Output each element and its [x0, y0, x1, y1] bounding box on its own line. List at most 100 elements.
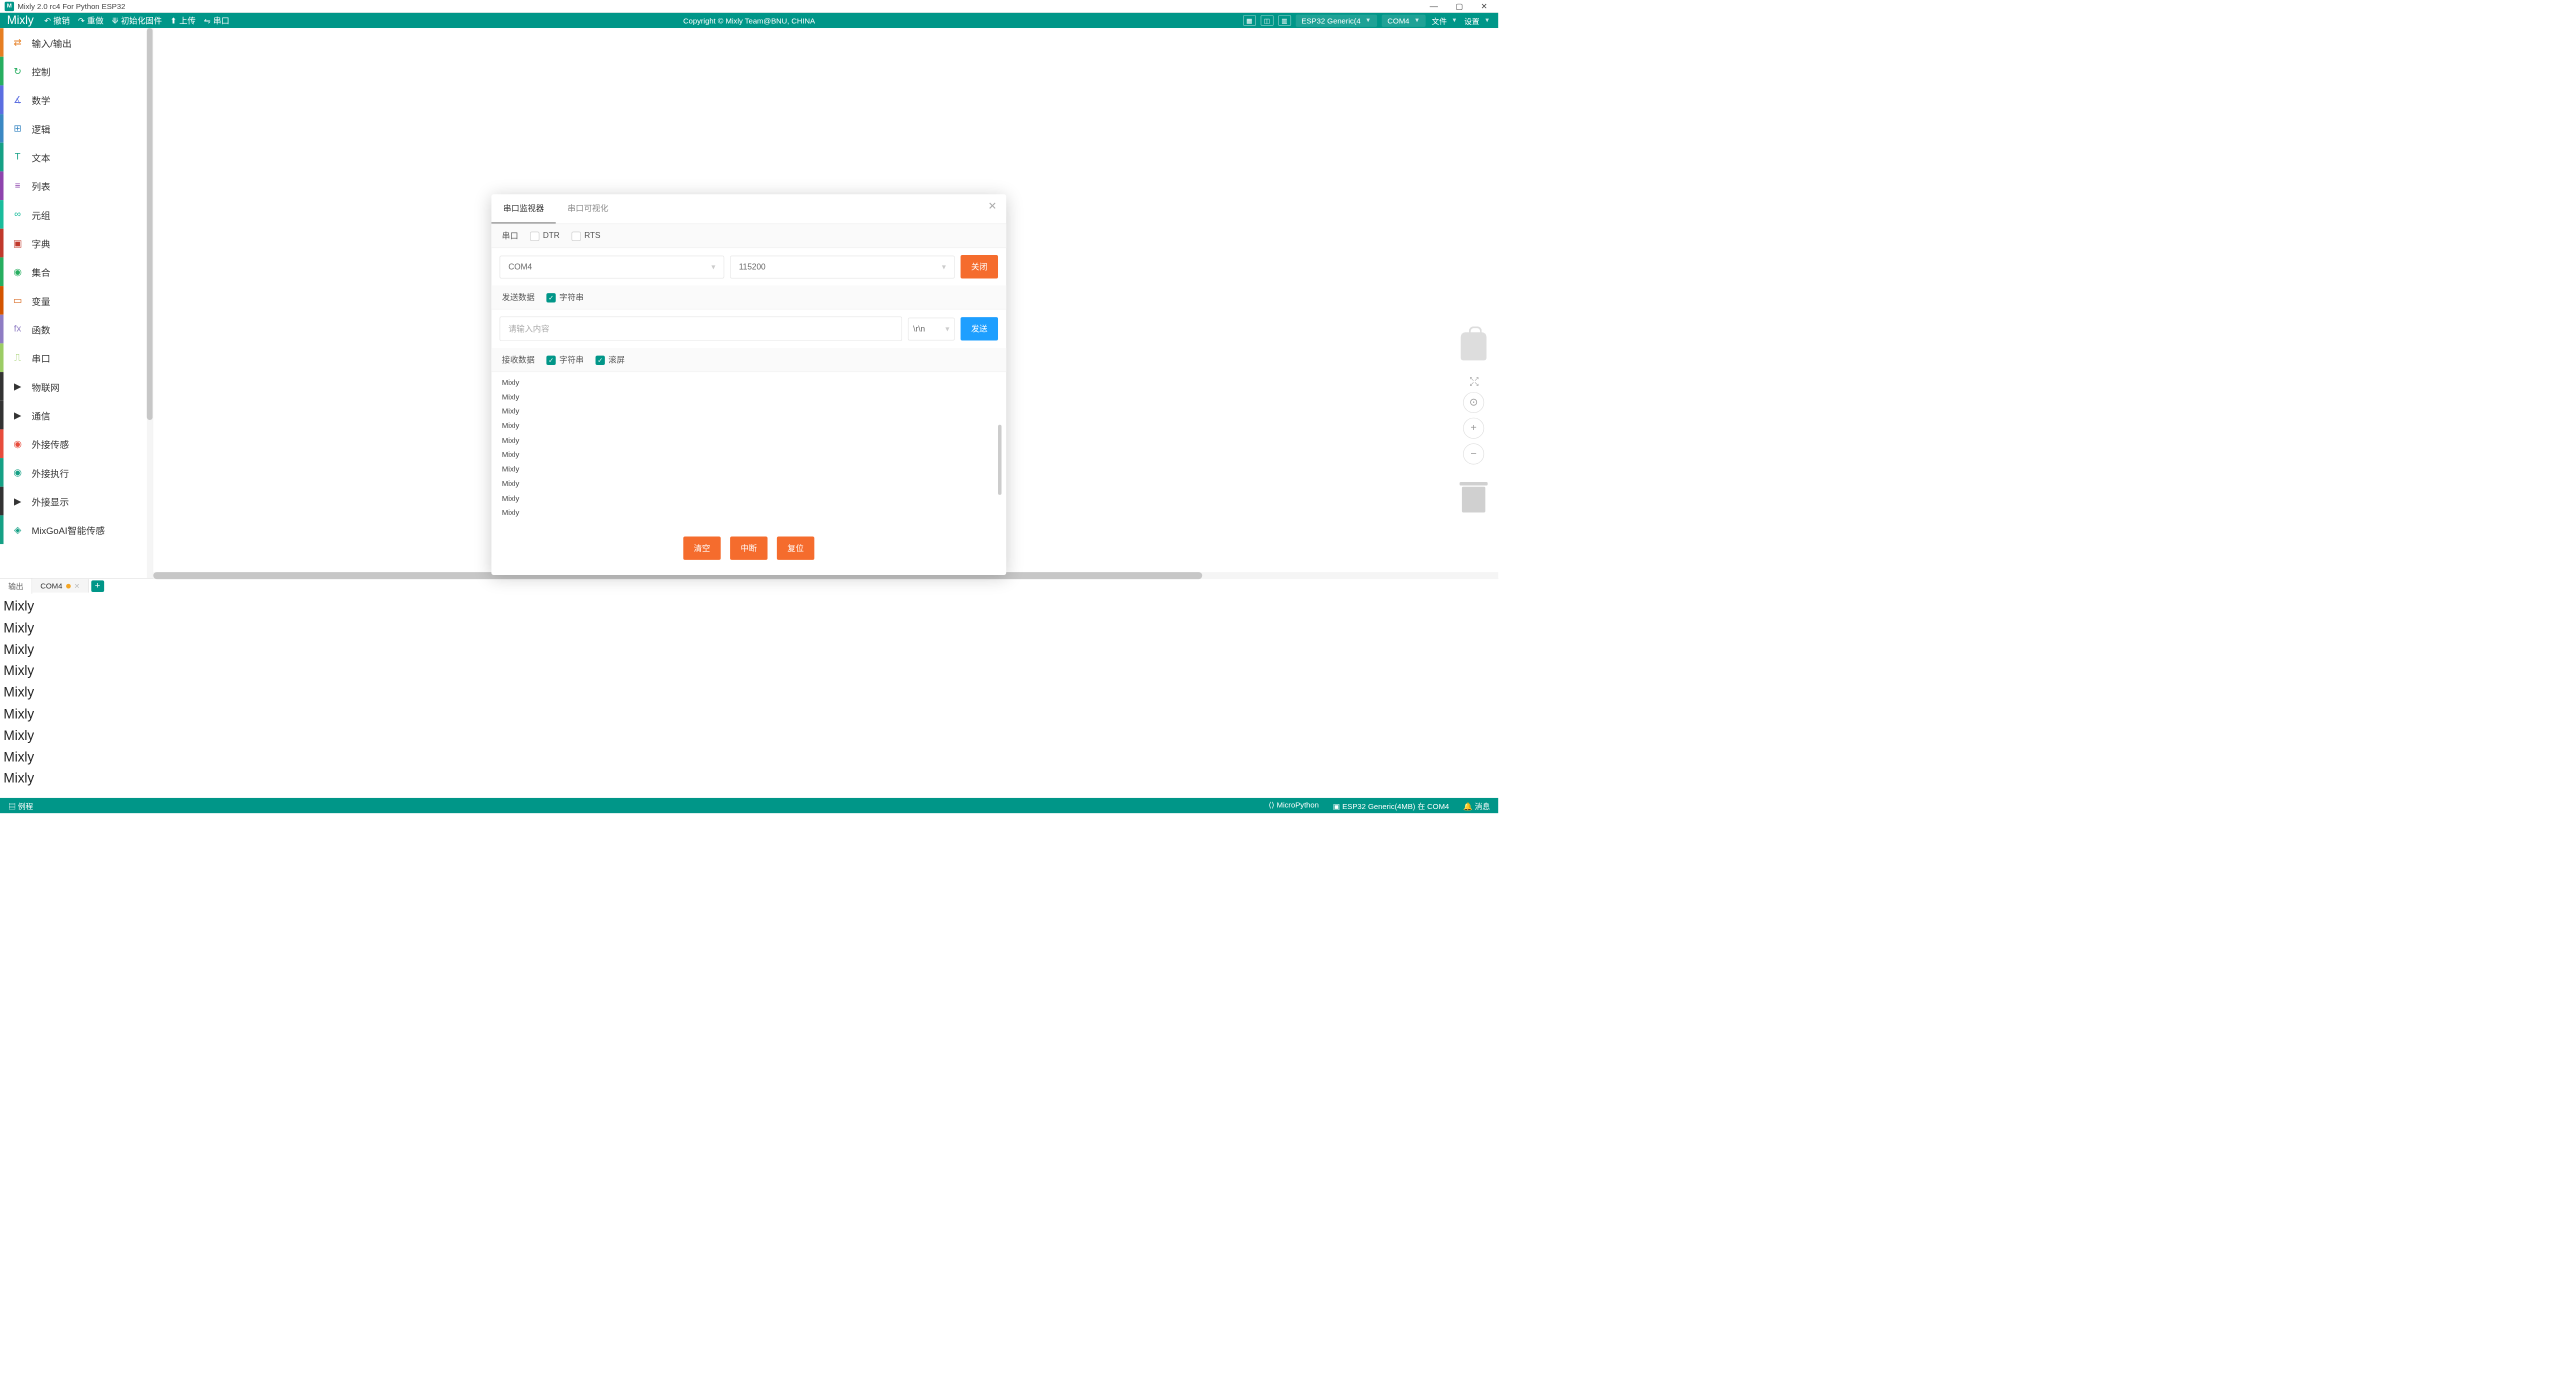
serial-button[interactable]: ⇋ 串口	[204, 15, 230, 27]
sidebar-item[interactable]: ∞ 元组	[0, 200, 153, 229]
recv-line: Mixly	[502, 404, 996, 418]
sidebar-item[interactable]: ◉ 外接传感	[0, 429, 153, 458]
category-label: 物联网	[32, 379, 60, 393]
sidebar-item[interactable]: ⎍ 串口	[0, 343, 153, 372]
sidebar-item[interactable]: ▶ 物联网	[0, 372, 153, 401]
send-string-checkbox[interactable]: ✓字符串	[546, 291, 583, 303]
port-dropdown[interactable]: COM4▼	[1382, 14, 1426, 26]
category-icon: ▶	[12, 381, 24, 393]
category-icon: ⇄	[12, 37, 24, 49]
app-icon: M	[5, 1, 14, 10]
recv-output[interactable]: MixlyMixlyMixlyMixlyMixlyMixlyMixlyMixly…	[491, 372, 1006, 527]
send-button[interactable]: 发送	[961, 317, 998, 340]
terminator-select[interactable]: \r\n▾	[908, 317, 955, 340]
layout-icon-1[interactable]: ▦	[1243, 15, 1256, 26]
serial-monitor-dialog: 串口监视器 串口可视化 ✕ 串口 DTR RTS COM4▾ 115200▾ 关…	[491, 194, 1006, 575]
maximize-button[interactable]: ▢	[1455, 1, 1463, 11]
sidebar-item[interactable]: ▶外接显示	[0, 487, 153, 516]
rts-checkbox[interactable]: RTS	[571, 231, 600, 241]
init-firmware-button[interactable]: ⟱ 初始化固件	[112, 15, 162, 27]
trash-icon[interactable]	[1462, 486, 1485, 512]
console-output[interactable]: MixlyMixlyMixlyMixlyMixlyMixlyMixlyMixly…	[0, 593, 1498, 798]
add-tab-button[interactable]: +	[91, 580, 104, 592]
category-icon: ▶	[12, 409, 24, 421]
layout-icon-2[interactable]: ◫	[1260, 15, 1273, 26]
sidebar-item[interactable]: ⊞逻辑	[0, 114, 153, 143]
sidebar-item[interactable]: ▭变量	[0, 286, 153, 315]
recv-label: 接收数据	[502, 354, 535, 366]
com-tab[interactable]: COM4✕	[32, 579, 89, 592]
backpack-icon[interactable]	[1461, 332, 1487, 360]
category-icon: fx	[12, 323, 24, 335]
zoom-out-icon[interactable]: −	[1463, 443, 1484, 464]
category-icon: T	[12, 151, 24, 163]
modified-dot-icon	[66, 584, 71, 589]
redo-button[interactable]: ↷ 重做	[78, 15, 104, 27]
baud-select[interactable]: 115200▾	[730, 255, 955, 278]
sidebar-item[interactable]: ◉外接执行	[0, 458, 153, 487]
recv-line: Mixly	[502, 462, 996, 476]
sidebar-item[interactable]: ∡数学	[0, 85, 153, 114]
undo-button[interactable]: ↶ 撤销	[44, 15, 70, 27]
serial-label: 串口	[502, 230, 518, 242]
category-icon: ⎍	[12, 352, 24, 364]
category-icon: ⊞	[12, 123, 24, 135]
minimize-button[interactable]: —	[1430, 1, 1438, 11]
recv-line: Mixly	[502, 376, 996, 390]
category-label: 文本	[32, 150, 51, 164]
file-menu[interactable]: 文件▼	[1430, 13, 1458, 28]
sidebar-item[interactable]: ≡列表	[0, 171, 153, 200]
dialog-close-icon[interactable]: ✕	[988, 200, 997, 212]
close-port-button[interactable]: 关闭	[961, 255, 998, 278]
message-status[interactable]: 🔔 消息	[1463, 800, 1490, 811]
tab-serial-visual[interactable]: 串口可视化	[556, 194, 620, 223]
sidebar-item[interactable]: ◉集合	[0, 257, 153, 286]
category-label: 控制	[32, 64, 51, 78]
category-label: 外接传感	[32, 437, 69, 451]
window-titlebar: M Mixly 2.0 rc4 For Python ESP32 — ▢ ✕	[0, 0, 1498, 13]
scroll-checkbox[interactable]: ✓滚屏	[596, 354, 625, 366]
sidebar-item[interactable]: ↻控制	[0, 57, 153, 86]
port-select[interactable]: COM4▾	[500, 255, 725, 278]
category-icon: ◉	[12, 467, 24, 479]
sidebar-item[interactable]: T 文本	[0, 143, 153, 172]
settings-menu[interactable]: 设置▼	[1463, 13, 1491, 28]
sidebar-item[interactable]: ▶通信	[0, 401, 153, 430]
console-line: Mixly	[4, 617, 1495, 639]
category-label: 元组	[32, 207, 51, 221]
category-icon: ▶	[12, 495, 24, 507]
tab-serial-monitor[interactable]: 串口监视器	[491, 194, 555, 223]
dtr-checkbox[interactable]: DTR	[530, 231, 560, 241]
interrupt-button[interactable]: 中断	[730, 536, 767, 559]
console-line: Mixly	[4, 596, 1495, 618]
sidebar-scrollbar[interactable]	[147, 28, 153, 578]
category-icon: ◉	[12, 438, 24, 450]
recv-line: Mixly	[502, 506, 996, 520]
recv-string-checkbox[interactable]: ✓字符串	[546, 354, 583, 366]
window-title: Mixly 2.0 rc4 For Python ESP32	[18, 2, 126, 11]
copyright-text: Copyright © Mixly Team@BNU, CHINA	[683, 16, 815, 25]
sidebar-item[interactable]: fx函数	[0, 315, 153, 344]
sidebar-item[interactable]: ◈MixGoAI智能传感	[0, 515, 153, 544]
send-input[interactable]: 请输入内容	[500, 316, 902, 341]
close-button[interactable]: ✕	[1481, 1, 1488, 11]
sidebar-item[interactable]: ⇄输入/输出	[0, 28, 153, 57]
example-link[interactable]: ▤ 例程	[8, 800, 33, 811]
clear-button[interactable]: 清空	[683, 536, 720, 559]
upload-button[interactable]: ⬆ 上传	[170, 15, 196, 27]
tab-close-icon[interactable]: ✕	[74, 582, 80, 590]
category-label: 串口	[32, 351, 51, 365]
reset-button[interactable]: 复位	[777, 536, 814, 559]
sidebar-item[interactable]: ▣字典	[0, 229, 153, 258]
center-icon[interactable]: ⊙	[1463, 392, 1484, 413]
category-icon: ∡	[12, 94, 24, 106]
category-icon: ▣	[12, 237, 24, 249]
zoom-in-icon[interactable]: +	[1463, 417, 1484, 438]
category-icon: ∞	[12, 209, 24, 221]
fullscreen-icon[interactable]: ↖ ↗↙ ↘	[1469, 377, 1478, 387]
recv-scrollbar[interactable]	[998, 372, 1002, 527]
send-label: 发送数据	[502, 291, 535, 303]
output-tab[interactable]: 输出	[0, 578, 32, 594]
layout-icon-3[interactable]: ▥	[1278, 15, 1291, 26]
board-dropdown[interactable]: ESP32 Generic(4▼	[1296, 14, 1377, 26]
